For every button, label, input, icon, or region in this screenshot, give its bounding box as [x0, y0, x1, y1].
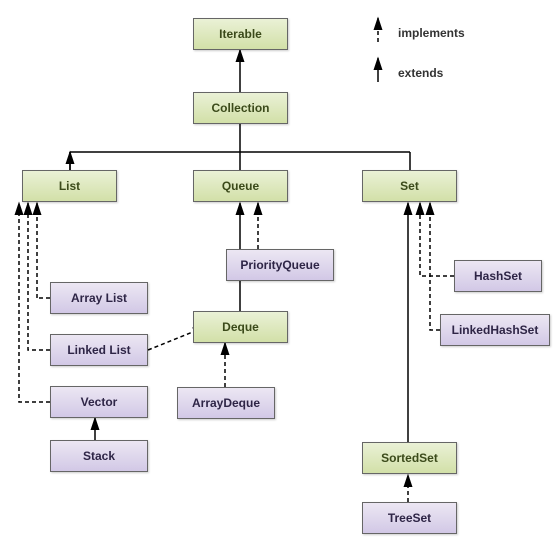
node-linkedlist: Linked List: [50, 334, 148, 366]
label: Iterable: [219, 27, 262, 41]
node-list: List: [22, 170, 117, 202]
label: Stack: [83, 449, 115, 463]
label: Vector: [81, 395, 118, 409]
label: HashSet: [474, 269, 522, 283]
node-sortedset: SortedSet: [362, 442, 457, 474]
node-linkedhashset: LinkedHashSet: [440, 314, 550, 346]
label: Linked List: [67, 343, 130, 357]
diagram-canvas: implements extends Iterable Collection L…: [0, 0, 555, 546]
legend-extends: extends: [398, 66, 443, 80]
label: List: [59, 179, 80, 193]
label: Set: [400, 179, 419, 193]
label: PriorityQueue: [240, 258, 319, 272]
node-priorityqueue: PriorityQueue: [226, 249, 334, 281]
node-arraydeque: ArrayDeque: [177, 387, 275, 419]
node-iterable: Iterable: [193, 18, 288, 50]
label: Collection: [211, 101, 269, 115]
label: LinkedHashSet: [452, 323, 539, 337]
node-queue: Queue: [193, 170, 288, 202]
label: Queue: [222, 179, 259, 193]
label: ArrayDeque: [192, 396, 260, 410]
label: SortedSet: [381, 451, 438, 465]
node-collection: Collection: [193, 92, 288, 124]
node-hashset: HashSet: [454, 260, 542, 292]
label: Array List: [71, 291, 127, 305]
node-treeset: TreeSet: [362, 502, 457, 534]
label: TreeSet: [388, 511, 431, 525]
node-vector: Vector: [50, 386, 148, 418]
node-set: Set: [362, 170, 457, 202]
legend-implements: implements: [398, 26, 465, 40]
label: Deque: [222, 320, 259, 334]
node-stack: Stack: [50, 440, 148, 472]
node-arraylist: Array List: [50, 282, 148, 314]
node-deque: Deque: [193, 311, 288, 343]
